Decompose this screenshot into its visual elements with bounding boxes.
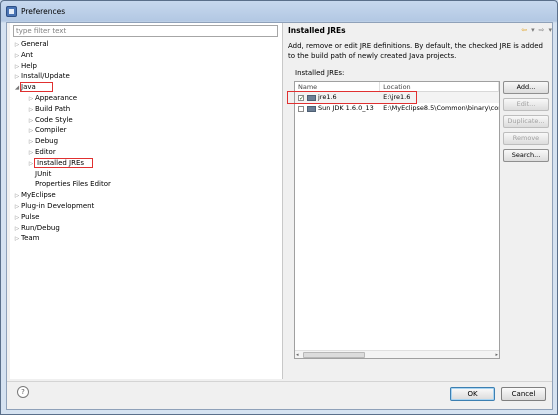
jre-action-buttons: Add... Edit... Duplicate... Remove Searc… bbox=[503, 81, 549, 166]
jre-library-icon bbox=[307, 94, 316, 101]
search-button[interactable]: Search... bbox=[503, 149, 549, 162]
tree-item[interactable]: ▷ Appearance bbox=[10, 93, 283, 104]
tree-item[interactable]: Properties Files Editor bbox=[10, 179, 283, 190]
jre-library-icon bbox=[307, 105, 316, 112]
tree-item-label: Java bbox=[20, 82, 53, 93]
filter-input[interactable]: type filter text bbox=[13, 25, 278, 37]
column-header-name[interactable]: Name bbox=[295, 82, 381, 92]
tree-item-label: Debug bbox=[35, 137, 59, 146]
tree-item[interactable]: ▷ General bbox=[10, 39, 283, 50]
tree-item-label: Build Path bbox=[35, 104, 71, 113]
tree-item[interactable]: JUnit bbox=[10, 169, 283, 180]
tree-item-label: Team bbox=[21, 234, 40, 243]
page-description: Add, remove or edit JRE definitions. By … bbox=[288, 42, 543, 60]
scroll-left-icon[interactable]: ◂ bbox=[296, 351, 299, 358]
tree-item-label: Properties Files Editor bbox=[35, 180, 111, 189]
remove-button[interactable]: Remove bbox=[503, 132, 549, 145]
tree-item-label: Pulse bbox=[21, 212, 40, 221]
tree-item-label: Appearance bbox=[35, 93, 78, 102]
jre-name-cell: Sun JDK 1.6.0_13 bbox=[295, 103, 380, 114]
tree-item-label: Plug-in Development bbox=[21, 201, 95, 210]
preferences-window: Preferences type filter text ▷ General ▷ An… bbox=[0, 0, 558, 415]
back-menu-chevron-icon[interactable]: ▾ bbox=[531, 26, 535, 34]
tree-item[interactable]: ▷ Run/Debug bbox=[10, 223, 283, 234]
tree-item[interactable]: ▷ Build Path bbox=[10, 104, 283, 115]
tree-item[interactable]: ▷ Compiler bbox=[10, 125, 283, 136]
tree-item[interactable]: ▷ Code Style bbox=[10, 115, 283, 126]
tree-item-label: JUnit bbox=[35, 169, 52, 178]
title-bar: Preferences bbox=[1, 1, 557, 22]
tree-item-label: Installed JREs bbox=[33, 157, 94, 168]
forward-arrow-icon[interactable]: ⇨ bbox=[539, 26, 545, 34]
table-header: Name Location bbox=[295, 82, 499, 92]
table-row[interactable]: ✓ jre1.6 E:\jre1.6 bbox=[295, 92, 499, 103]
installed-jres-label: Installed JREs: bbox=[295, 69, 345, 77]
cancel-button[interactable]: Cancel bbox=[501, 387, 546, 401]
scroll-thumb[interactable] bbox=[303, 352, 365, 358]
column-header-location[interactable]: Location bbox=[380, 82, 499, 92]
tree-item[interactable]: ▷ Editor bbox=[10, 147, 283, 158]
installed-jres-table: Name Location ✓ jre1.6 E:\jre1.6 Sun JDK 1.… bbox=[294, 81, 500, 359]
ok-button[interactable]: OK bbox=[450, 387, 495, 401]
tree-item[interactable]: ▷ Help bbox=[10, 61, 283, 72]
page-header: Installed JREs ⇦ ▾ ⇨ ▾ bbox=[288, 23, 552, 37]
tree-item[interactable]: ▷ Team bbox=[10, 233, 283, 244]
jre-name: Sun JDK 1.6.0_13 bbox=[318, 104, 374, 112]
app-icon bbox=[6, 6, 17, 17]
jre-checkbox[interactable] bbox=[298, 105, 304, 112]
tree-item-label: Ant bbox=[21, 50, 33, 59]
table-row[interactable]: Sun JDK 1.6.0_13 E:\MyEclipse8.5\Common\b… bbox=[295, 103, 499, 114]
page-title: Installed JREs bbox=[288, 25, 346, 35]
tree-item[interactable]: ◢ Java bbox=[10, 82, 283, 93]
tree-item-label: Help bbox=[21, 61, 37, 70]
tree-item[interactable]: ▷ Installed JREs bbox=[10, 157, 283, 169]
window-title: Preferences bbox=[21, 7, 66, 16]
jre-checkbox[interactable]: ✓ bbox=[298, 94, 304, 101]
tree-item-label: Compiler bbox=[35, 126, 67, 135]
jre-name-cell: ✓ jre1.6 bbox=[295, 92, 380, 103]
tree-item-label: MyEclipse bbox=[21, 191, 56, 200]
tree-item-label: Code Style bbox=[35, 115, 73, 124]
horizontal-scrollbar[interactable]: ◂ ▸ bbox=[295, 350, 499, 358]
tree-item[interactable]: ▷ Pulse bbox=[10, 212, 283, 223]
help-icon[interactable]: ? bbox=[17, 386, 29, 398]
tree-item-label: Editor bbox=[35, 147, 56, 156]
add-button[interactable]: Add... bbox=[503, 81, 549, 94]
tree-item-label: Run/Debug bbox=[21, 223, 60, 232]
scroll-right-icon[interactable]: ▸ bbox=[495, 351, 498, 358]
tree-item[interactable]: ▷ Debug bbox=[10, 136, 283, 147]
tree-item[interactable]: ▷ Ant bbox=[10, 50, 283, 61]
preference-page: Installed JREs ⇦ ▾ ⇨ ▾ Add, remove or ed… bbox=[284, 23, 552, 379]
back-arrow-icon[interactable]: ⇦ bbox=[521, 26, 527, 34]
forward-menu-chevron-icon[interactable]: ▾ bbox=[548, 26, 552, 34]
collapsed-arrow-icon[interactable]: ▷ bbox=[13, 234, 21, 245]
tree-item-label: Install/Update bbox=[21, 72, 70, 81]
tree-item[interactable]: ▷ Install/Update bbox=[10, 71, 283, 82]
jre-location: E:\MyEclipse8.5\Common\binary\com bbox=[383, 104, 499, 112]
jre-location: E:\jre1.6 bbox=[383, 93, 411, 101]
page-navigation: ⇦ ▾ ⇨ ▾ bbox=[521, 26, 552, 34]
footer-separator bbox=[7, 381, 552, 382]
dialog-client-area: type filter text ▷ General ▷ Ant ▷ Help ▷ Insta… bbox=[6, 22, 553, 410]
table-body: ✓ jre1.6 E:\jre1.6 Sun JDK 1.6.0_13 E:\MyEcl… bbox=[295, 92, 499, 114]
tree-item-label: General bbox=[21, 40, 49, 48]
preference-tree: ▷ General ▷ Ant ▷ Help ▷ Install/Update ◢ Java ▷ Ap… bbox=[10, 39, 283, 244]
tree-item[interactable]: ▷ Plug-in Development bbox=[10, 201, 283, 212]
preference-navigation-pane: type filter text ▷ General ▷ Ant ▷ Help ▷ Insta… bbox=[10, 23, 283, 379]
duplicate-button[interactable]: Duplicate... bbox=[503, 115, 549, 128]
jre-name: jre1.6 bbox=[318, 93, 337, 101]
tree-item[interactable]: ▷ MyEclipse bbox=[10, 190, 283, 201]
edit-button[interactable]: Edit... bbox=[503, 98, 549, 111]
